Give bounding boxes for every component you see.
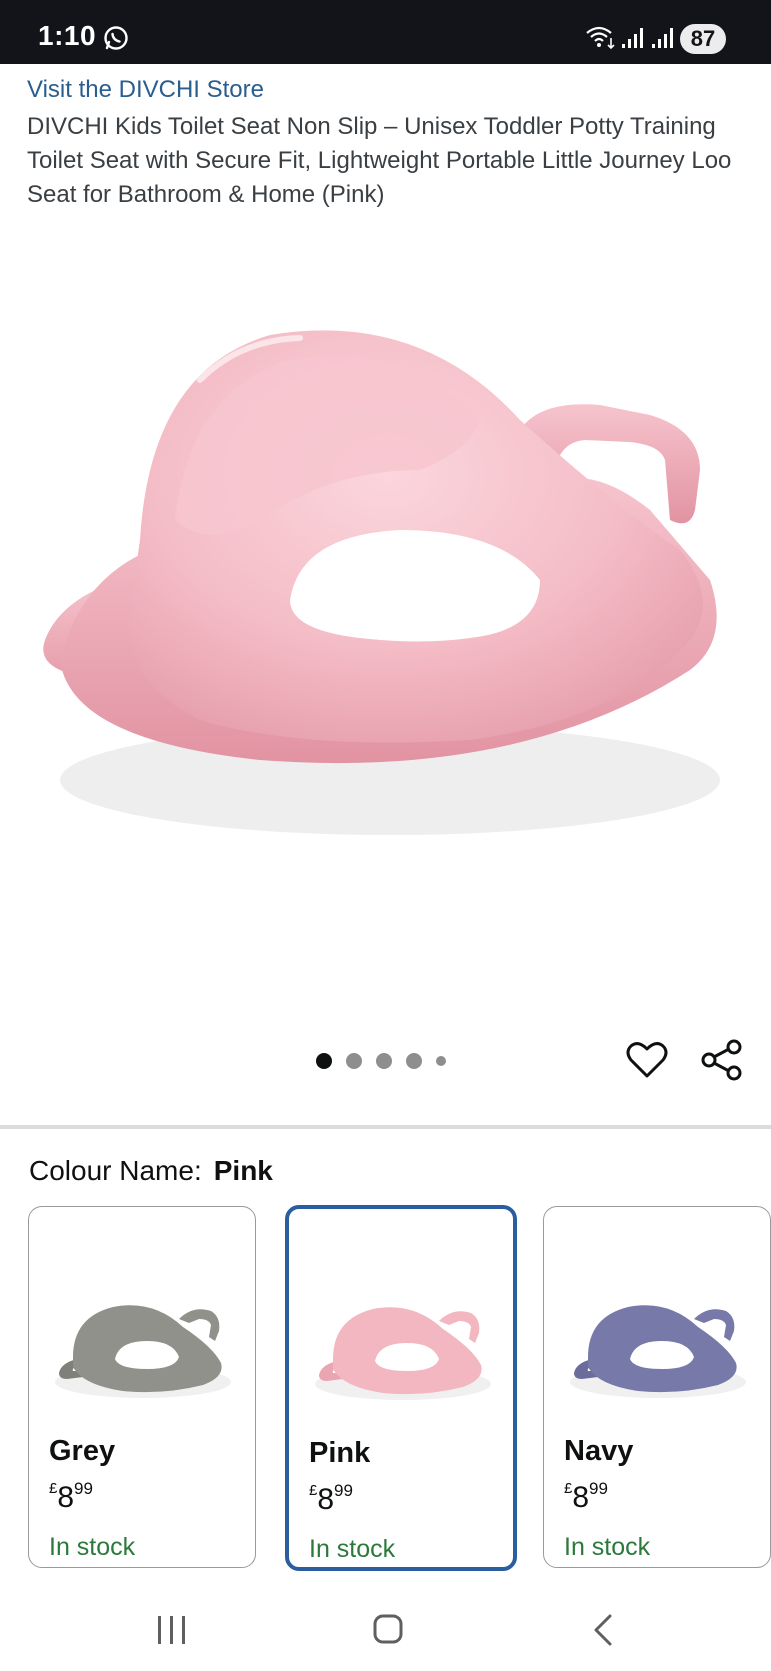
colour-swatch-grey[interactable]: Grey £899 In stock [28, 1206, 256, 1568]
status-time: 1:10 [38, 20, 97, 51]
back-icon[interactable] [590, 1612, 616, 1648]
toilet-seat-navy-thumbnail [570, 1305, 746, 1398]
swatch-stock-status: In stock [309, 1535, 396, 1563]
product-image[interactable] [0, 220, 771, 1010]
toilet-seat-pink-thumbnail [315, 1307, 491, 1400]
swatch-name: Grey [49, 1435, 116, 1467]
product-title: DIVCHI Kids Toilet Seat Non Slip – Unise… [27, 113, 732, 208]
swatch-price: £899 [49, 1479, 93, 1514]
colour-name-row: Colour Name: Pink [29, 1155, 273, 1187]
signal-icon [622, 28, 643, 48]
carousel-dot[interactable] [406, 1053, 422, 1069]
swatch-name: Pink [309, 1437, 371, 1469]
colour-swatch-navy[interactable]: Navy £899 In stock [543, 1206, 771, 1568]
carousel-dot[interactable] [376, 1053, 392, 1069]
wifi-icon [586, 26, 615, 50]
toilet-seat-illustration [43, 330, 720, 835]
carousel-dot[interactable] [316, 1053, 332, 1069]
colour-selected-value: Pink [213, 1155, 273, 1186]
swatch-stock-status: In stock [49, 1533, 136, 1561]
system-nav-bar [0, 1590, 771, 1671]
carousel-dot[interactable] [436, 1056, 446, 1066]
battery-icon: 87 [680, 24, 726, 54]
carousel-dot[interactable] [346, 1053, 362, 1069]
image-carousel-indicator[interactable] [316, 1052, 460, 1070]
share-icon[interactable] [700, 1038, 744, 1082]
recents-icon[interactable] [155, 1612, 189, 1648]
colour-swatch-pink[interactable]: Pink £899 In stock [285, 1205, 517, 1571]
toilet-seat-grey-thumbnail [55, 1305, 231, 1398]
status-bar: 1:10 87 [0, 0, 771, 64]
home-icon[interactable] [372, 1612, 404, 1646]
heart-icon[interactable] [625, 1038, 669, 1082]
colour-label: Colour Name: [29, 1155, 202, 1186]
swatch-stock-status: In stock [564, 1533, 651, 1561]
signal-icon [652, 28, 673, 48]
swatch-price: £899 [564, 1479, 608, 1514]
section-divider [0, 1125, 771, 1129]
whatsapp-icon [104, 26, 128, 50]
swatch-name: Navy [564, 1435, 634, 1467]
visit-store-link[interactable]: Visit the DIVCHI Store [27, 76, 264, 104]
swatch-price: £899 [309, 1481, 353, 1516]
